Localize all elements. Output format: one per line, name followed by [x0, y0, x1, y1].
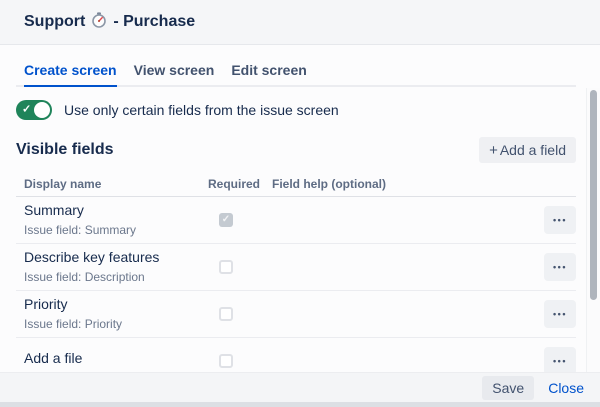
field-display-name: Summary [24, 203, 208, 218]
row-actions-button[interactable]: ••• [544, 206, 576, 234]
modal-title-suffix: - Purchase [113, 13, 195, 31]
tab-edit-screen[interactable]: Edit screen [231, 62, 306, 87]
modal-title-prefix: Support [24, 13, 85, 31]
toggle-label: Use only certain fields from the issue s… [64, 102, 339, 118]
field-name-cell: Priority Issue field: Priority [24, 297, 208, 331]
checkmark-icon: ✓ [222, 215, 230, 225]
toggle-row: ✓ Use only certain fields from the issue… [16, 100, 576, 120]
field-display-name: Describe key features [24, 250, 208, 265]
checkmark-icon: ✓ [22, 104, 31, 115]
field-name-cell: Describe key features Issue field: Descr… [24, 250, 208, 284]
stopwatch-icon [91, 12, 107, 33]
modal-footer: Save Close [0, 372, 600, 402]
field-display-name: Add a file [24, 351, 208, 366]
ellipsis-icon: ••• [553, 310, 567, 319]
field-display-name: Priority [24, 297, 208, 312]
modal-body: Create screen View screen Edit screen ✓ Us… [0, 45, 600, 372]
actions-cell: ••• [544, 206, 576, 234]
required-cell: ✓ [208, 354, 272, 368]
tab-view-screen[interactable]: View screen [134, 62, 215, 87]
required-checkbox[interactable]: ✓ [219, 354, 233, 368]
column-header-field-help: Field help (optional) [272, 177, 536, 191]
add-field-button[interactable]: + Add a field [479, 137, 576, 163]
scrollbar-thumb[interactable] [590, 90, 597, 300]
field-table-body: Summary Issue field: Summary ✓ ••• Descr… [16, 197, 576, 372]
required-checkbox[interactable]: ✓ [219, 260, 233, 274]
ellipsis-icon: ••• [553, 263, 567, 272]
row-actions-button[interactable]: ••• [544, 253, 576, 281]
table-row: Summary Issue field: Summary ✓ ••• [16, 197, 576, 244]
plus-icon: + [489, 143, 498, 158]
tab-create-screen[interactable]: Create screen [24, 62, 117, 87]
table-row: Priority Issue field: Priority ✓ ••• [16, 291, 576, 338]
field-issue-field-label: Issue field: Summary [24, 224, 208, 237]
table-header-row: Display name Required Field help (option… [16, 172, 576, 197]
add-field-button-label: Add a field [500, 142, 566, 158]
row-actions-button[interactable]: ••• [544, 300, 576, 328]
actions-cell: ••• [544, 300, 576, 328]
field-name-cell: Summary Issue field: Summary [24, 203, 208, 237]
scrollbar-track[interactable] [586, 88, 600, 372]
actions-cell: ••• [544, 347, 576, 372]
ellipsis-icon: ••• [553, 357, 567, 366]
required-cell: ✓ [208, 307, 272, 321]
field-issue-field-label: Issue field: Description [24, 271, 208, 284]
table-row: Describe key features Issue field: Descr… [16, 244, 576, 291]
row-actions-button[interactable]: ••• [544, 347, 576, 372]
required-cell: ✓ [208, 213, 272, 227]
use-certain-fields-toggle[interactable]: ✓ [16, 100, 52, 120]
required-checkbox[interactable]: ✓ [219, 213, 233, 227]
save-button[interactable]: Save [482, 376, 534, 400]
required-cell: ✓ [208, 260, 272, 274]
field-issue-field-label: Issue field: Priority [24, 318, 208, 331]
visible-fields-table: Display name Required Field help (option… [16, 172, 576, 372]
column-header-required: Required [208, 177, 272, 191]
toggle-knob [34, 102, 50, 118]
page-backdrop [0, 402, 600, 407]
required-checkbox[interactable]: ✓ [219, 307, 233, 321]
modal-title: Support - Purchase [24, 12, 195, 33]
visible-fields-heading: Visible fields [16, 141, 114, 159]
screen-tab-bar: Create screen View screen Edit screen [16, 62, 576, 87]
ellipsis-icon: ••• [553, 216, 567, 225]
column-header-display-name: Display name [24, 177, 208, 191]
modal-header: Support - Purchase [0, 0, 600, 45]
table-row: Add a file ✓ ••• [16, 338, 576, 372]
request-form-fields-modal: Support - Purchase Create screen View scr… [0, 0, 600, 407]
field-name-cell: Add a file [24, 351, 208, 371]
actions-cell: ••• [544, 253, 576, 281]
visible-fields-section-row: Visible fields + Add a field [16, 137, 576, 163]
close-link[interactable]: Close [548, 380, 584, 396]
